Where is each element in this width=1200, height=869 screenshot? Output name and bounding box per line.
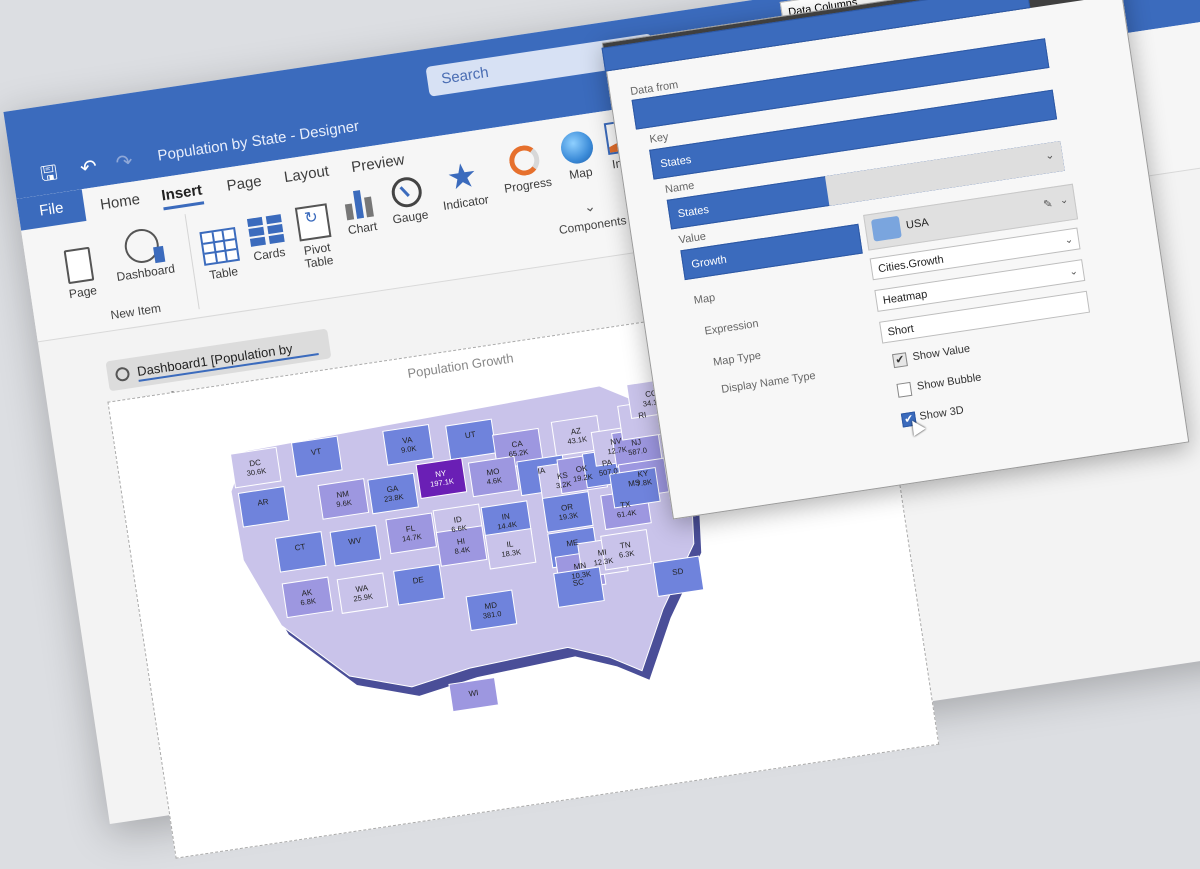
new-page-button[interactable]: Page xyxy=(57,246,104,302)
display-name-type-select-value: Short xyxy=(886,322,915,339)
new-page-label: Page xyxy=(68,283,98,302)
insert-indicator-button[interactable]: ★ Indicator xyxy=(430,155,497,214)
insert-cards-button[interactable]: Cards xyxy=(242,213,292,264)
usa-map[interactable]: DC30.6KVTVA9.0KUTCA65.2KAZ43.1KARNM9.6KG… xyxy=(130,343,733,752)
state-label-sc: SC xyxy=(572,577,585,588)
show-value-label: Show Value xyxy=(911,342,971,364)
dashboard-tab-icon xyxy=(114,366,131,383)
state-label-vt: VT xyxy=(310,447,322,457)
cards-icon xyxy=(246,214,285,247)
insert-table-button[interactable]: Table xyxy=(195,226,246,283)
scene: 🖫 ↶ ↷ Population by State - Designer Sea… xyxy=(0,0,1200,859)
state-label-ut: UT xyxy=(464,430,476,440)
map-select-value: USA xyxy=(905,216,930,232)
gauge-icon xyxy=(389,175,424,210)
progress-label: Progress xyxy=(503,174,553,196)
star-icon: ★ xyxy=(444,155,480,198)
redo-icon[interactable]: ↷ xyxy=(111,149,138,176)
new-dashboard-button[interactable]: Dashboard xyxy=(105,224,182,285)
show-bubble-checkbox[interactable] xyxy=(896,381,913,398)
key-label: Key xyxy=(648,130,670,146)
state-label-de: DE xyxy=(412,575,424,586)
chart-icon xyxy=(340,186,377,221)
expression-label: Expression xyxy=(703,317,760,338)
ribbon-separator xyxy=(184,214,200,310)
tab-page[interactable]: Page xyxy=(226,173,263,195)
map-type-label: Map Type xyxy=(712,349,762,369)
tab-layout[interactable]: Layout xyxy=(283,163,330,186)
undo-icon[interactable]: ↶ xyxy=(75,154,102,181)
pivot-table-icon xyxy=(294,203,332,242)
display-name-type-label: Display Name Type xyxy=(720,369,817,396)
state-label-ri: RI xyxy=(638,410,647,420)
map-label: Map xyxy=(568,164,594,182)
table-icon xyxy=(199,226,241,266)
map-type-chevron-icon: ⌄ xyxy=(1068,265,1079,279)
state-label-ms: MS xyxy=(628,478,641,489)
save-icon[interactable]: 🖫 xyxy=(35,160,62,187)
map-select-chevron-icon[interactable]: ⌄ xyxy=(1059,195,1069,207)
value-label: Value xyxy=(677,230,707,247)
page-icon xyxy=(63,246,95,285)
tab-home[interactable]: Home xyxy=(99,191,141,214)
show-value-checkbox[interactable]: ✔ xyxy=(892,352,908,369)
components-expand-icon[interactable]: ⌄ xyxy=(583,198,597,217)
show-3d-label: Show 3D xyxy=(918,404,965,423)
usa-map-thumbnail-icon xyxy=(870,215,902,242)
insert-progress-button[interactable]: Progress xyxy=(492,141,558,196)
cards-label: Cards xyxy=(252,244,287,264)
state-label-ct: CT xyxy=(294,542,306,552)
new-dashboard-label: Dashboard xyxy=(115,261,176,284)
search-placeholder: Search xyxy=(440,63,490,88)
insert-pivot-table-button[interactable]: Pivot Table xyxy=(289,202,342,272)
tab-insert[interactable]: Insert xyxy=(160,182,203,205)
expression-select-value: Cities.Growth xyxy=(877,253,945,276)
tab-preview[interactable]: Preview xyxy=(350,151,405,176)
components-group-label: Components xyxy=(557,213,628,238)
name-label: Name xyxy=(664,179,696,196)
state-label-me: ME xyxy=(566,538,579,549)
map-properties-panel: Map Data from Key States Name States ⌄ V… xyxy=(601,0,1190,520)
pencil-icon[interactable]: ✎ xyxy=(1042,197,1054,211)
chart-label: Chart xyxy=(347,219,379,238)
state-label-sd: SD xyxy=(672,567,685,578)
progress-ring-icon xyxy=(507,143,542,178)
gauge-label: Gauge xyxy=(391,207,430,227)
dashboard-icon xyxy=(122,226,162,266)
new-item-group-label: New Item xyxy=(109,300,162,323)
name-dropdown-chevron-icon: ⌄ xyxy=(1044,149,1056,163)
state-label-wi: WI xyxy=(468,688,479,698)
value-field[interactable]: Growth xyxy=(680,223,863,281)
insert-gauge-button[interactable]: Gauge xyxy=(382,174,434,227)
insert-chart-button[interactable]: Chart xyxy=(335,185,385,238)
insert-map-button[interactable]: Map xyxy=(553,128,604,183)
table-label: Table xyxy=(208,264,239,283)
map-label: Map xyxy=(693,291,717,307)
state-label-ar: AR xyxy=(257,497,270,508)
map-type-select-value: Heatmap xyxy=(882,288,929,307)
show-bubble-label: Show Bubble xyxy=(916,371,983,393)
globe-icon xyxy=(558,129,596,166)
expression-chevron-icon: ⌄ xyxy=(1063,234,1074,247)
